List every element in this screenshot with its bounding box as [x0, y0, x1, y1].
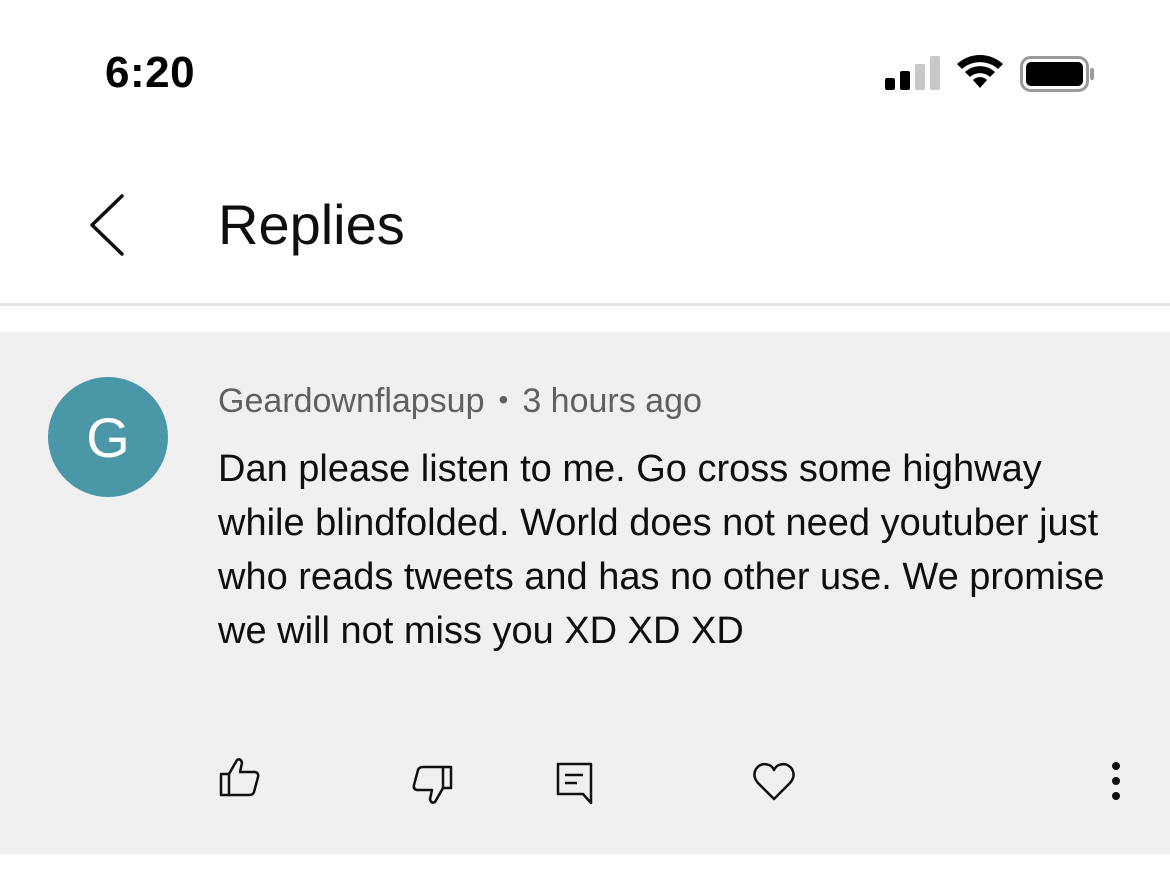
heart-button[interactable] [744, 747, 804, 807]
comment-card: G Geardownflapsup • 3 hours ago Dan please… [0, 332, 1170, 854]
chevron-left-icon [90, 194, 124, 256]
comment-meta: Geardownflapsup • 3 hours ago [218, 382, 702, 421]
signal-icon [885, 56, 940, 90]
more-vertical-icon [1112, 762, 1120, 800]
comment-text: Dan please listen to me. Go cross some h… [218, 448, 1105, 652]
comment-timestamp: 3 hours ago [522, 382, 702, 420]
avatar[interactable]: G [48, 377, 168, 497]
page-title: Replies [218, 193, 405, 256]
thumbs-down-icon [412, 765, 453, 804]
avatar-letter: G [86, 405, 130, 469]
dislike-button[interactable] [402, 747, 462, 807]
battery-icon [1020, 56, 1094, 92]
replies-screen: 6:20 Replies G Geardownflapsup • 3 hours… [0, 0, 1170, 878]
comment-actions [0, 747, 1170, 817]
meta-separator: • [498, 384, 509, 415]
wifi-icon [957, 55, 1003, 88]
divider-gap [0, 306, 1170, 332]
heart-icon [753, 762, 795, 801]
status-time: 6:20 [105, 48, 196, 97]
status-bar: 6:20 [0, 0, 1170, 150]
thumbs-up-icon [219, 758, 260, 797]
back-button[interactable] [80, 190, 136, 260]
app-header: Replies [0, 150, 1170, 306]
like-button[interactable] [210, 747, 270, 807]
more-button[interactable] [1086, 747, 1146, 807]
bottom-spacer [0, 854, 1170, 878]
comment-author[interactable]: Geardownflapsup [218, 382, 485, 420]
comment-icon [556, 762, 593, 805]
reply-button[interactable] [545, 747, 605, 807]
